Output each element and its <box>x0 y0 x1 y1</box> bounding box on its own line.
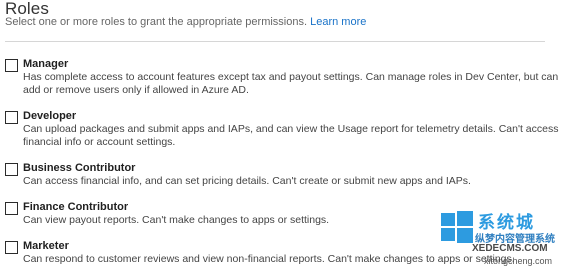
role-name[interactable]: Manager <box>23 58 68 70</box>
windows-logo-icon <box>441 211 473 243</box>
role-description: Has complete access to account features … <box>23 71 559 96</box>
developer-checkbox[interactable] <box>5 111 18 124</box>
role-name[interactable]: Business Contributor <box>23 162 135 174</box>
business-contributor-checkbox[interactable] <box>5 163 18 176</box>
divider <box>5 41 545 42</box>
role-name[interactable]: Developer <box>23 110 76 122</box>
role-description: Can upload packages and submit apps and … <box>23 123 559 148</box>
learn-more-link[interactable]: Learn more <box>310 16 366 28</box>
manager-checkbox[interactable] <box>5 59 18 72</box>
finance-contributor-checkbox[interactable] <box>5 202 18 215</box>
roles-panel: Roles Select one or more roles to grant … <box>0 0 562 272</box>
watermark: 系统城 纵梦内容管理系统 XEDECMS.COM xitongcheng.com <box>438 206 558 270</box>
watermark-url-secondary: xitongcheng.com <box>484 256 553 266</box>
marketer-checkbox[interactable] <box>5 241 18 254</box>
role-name[interactable]: Marketer <box>23 240 69 252</box>
watermark-url: XEDECMS.COM <box>472 243 548 254</box>
page-subtitle: Select one or more roles to grant the ap… <box>5 16 366 28</box>
subtitle-text: Select one or more roles to grant the ap… <box>5 16 308 28</box>
role-name[interactable]: Finance Contributor <box>23 201 128 213</box>
role-description: Can access financial info, and can set p… <box>23 175 471 187</box>
